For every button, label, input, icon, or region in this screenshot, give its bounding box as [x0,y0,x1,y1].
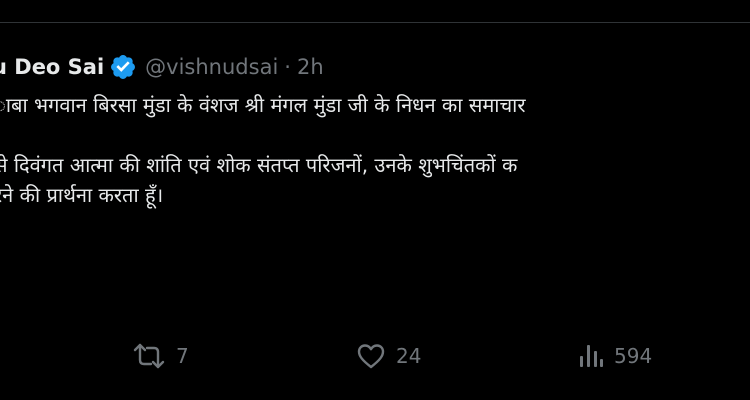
tweet-text-line-4: रने की प्रार्थना करता हूँ। [0,183,164,207]
tweet-timestamp[interactable]: 2h [297,55,324,79]
like-button[interactable]: 24 [356,340,421,372]
views-chart-icon [578,342,604,370]
tweet[interactable]: u Deo Sai @vishnudsai · 2h ाबा भगवान बिर… [0,0,750,400]
retweet-button[interactable]: 7 [132,340,189,372]
author-display-name[interactable]: u Deo Sai [0,55,104,79]
tweet-header: u Deo Sai @vishnudsai · 2h [0,50,324,84]
tweet-text-line-5 [0,210,750,240]
retweet-icon [132,341,166,371]
retweet-count: 7 [176,344,189,368]
tweet-text-line-2 [0,120,750,150]
views-button[interactable]: 594 [578,340,652,372]
tweet-actions: 7 24 594 [0,340,750,372]
header-separator: · [284,55,291,79]
author-handle[interactable]: @vishnudsai [145,55,278,79]
tweet-text-line-6 [0,240,750,270]
tweet-text-line-1: ाबा भगवान बिरसा मुंडा के वंशज श्री मंगल … [0,93,526,117]
tweet-text-line-3: से दिवंगत आत्मा की शांति एवं शोक संतप्त … [0,153,518,177]
views-count: 594 [614,344,653,368]
tweet-text-line-7: ! [0,270,750,300]
tweet-text: ाबा भगवान बिरसा मुंडा के वंशज श्री मंगल … [0,90,750,300]
like-count: 24 [396,344,422,368]
heart-icon [356,342,386,370]
verified-badge-icon [109,53,137,81]
